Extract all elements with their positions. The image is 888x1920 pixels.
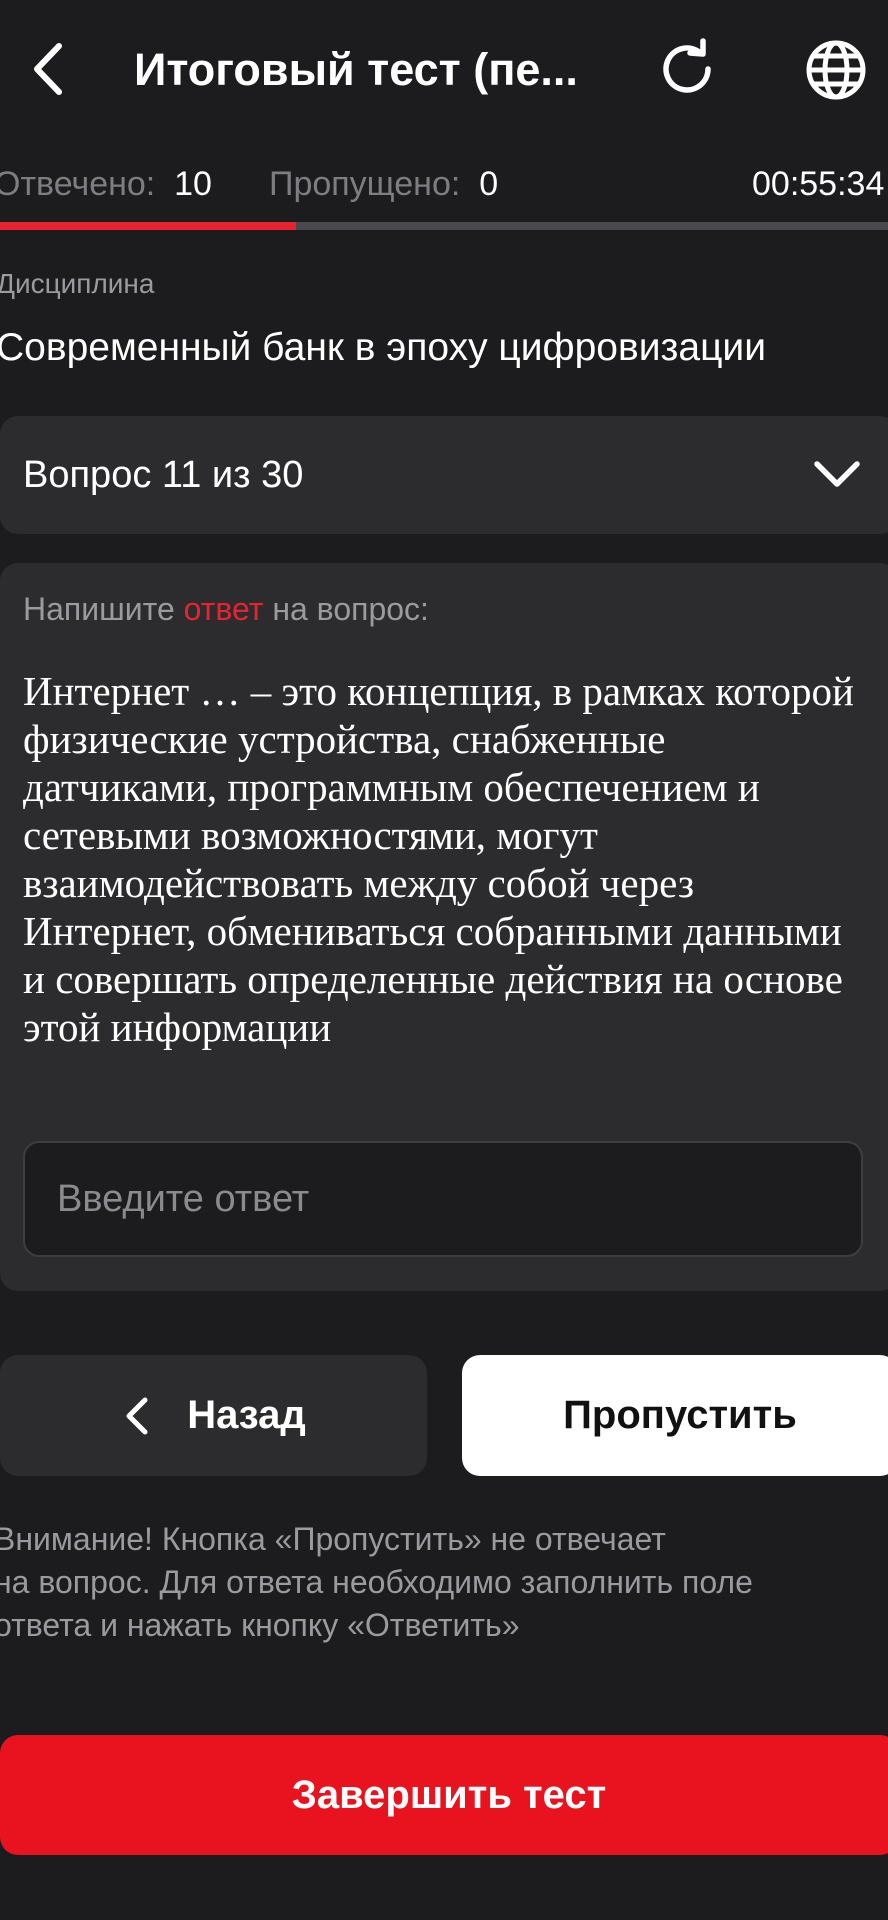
page-title: Итоговый тест (пе... <box>134 44 578 95</box>
discipline-label: Дисциплина <box>0 268 155 299</box>
back-button[interactable]: Назад <box>0 1355 427 1476</box>
progress-bar <box>0 222 888 230</box>
chevron-down-icon <box>814 461 860 487</box>
question-text: Интернет … – это концепция, в рамках кот… <box>23 668 854 1050</box>
finish-test-button[interactable]: Завершить тест <box>0 1735 888 1855</box>
back-button-label: Назад <box>187 1393 306 1437</box>
skipped-value: 0 <box>479 165 499 203</box>
chevron-left-icon <box>126 1397 148 1434</box>
app-header: Итоговый тест (пе... <box>0 0 888 140</box>
answered-value: 10 <box>174 165 212 203</box>
prompt-text-after: на вопрос: <box>263 591 429 627</box>
skip-button[interactable]: Пропустить <box>462 1355 888 1476</box>
discipline-name: Современный банк в эпоху цифровизации <box>0 326 766 369</box>
test-stats: Отвечено: 10 Пропущено: 0 00:55:34 <box>0 156 888 212</box>
back-arrow-icon[interactable] <box>22 36 74 102</box>
refresh-icon[interactable] <box>652 34 722 104</box>
question-card: Напишите ответ на вопрос: Интернет … – э… <box>0 563 888 1291</box>
skipped-label: Пропущено: <box>269 165 461 203</box>
answer-input[interactable] <box>23 1141 863 1257</box>
globe-icon[interactable] <box>800 34 872 106</box>
skipped-count: Пропущено: 0 <box>269 156 498 212</box>
question-counter: Вопрос 11 из 30 <box>23 454 304 496</box>
answered-count: Отвечено: 10 <box>0 156 212 212</box>
progress-bar-fill <box>0 222 296 230</box>
timer: 00:55:34 <box>752 165 885 203</box>
question-prompt: Напишите ответ на вопрос: <box>23 591 429 628</box>
prompt-text-before: Напишите <box>23 591 184 627</box>
prompt-accent: ответ <box>183 591 264 627</box>
warning-text: Внимание! Кнопка «Пропустить» не отвечае… <box>0 1521 753 1643</box>
answered-label: Отвечено: <box>0 165 156 203</box>
question-selector[interactable]: Вопрос 11 из 30 <box>0 416 888 534</box>
